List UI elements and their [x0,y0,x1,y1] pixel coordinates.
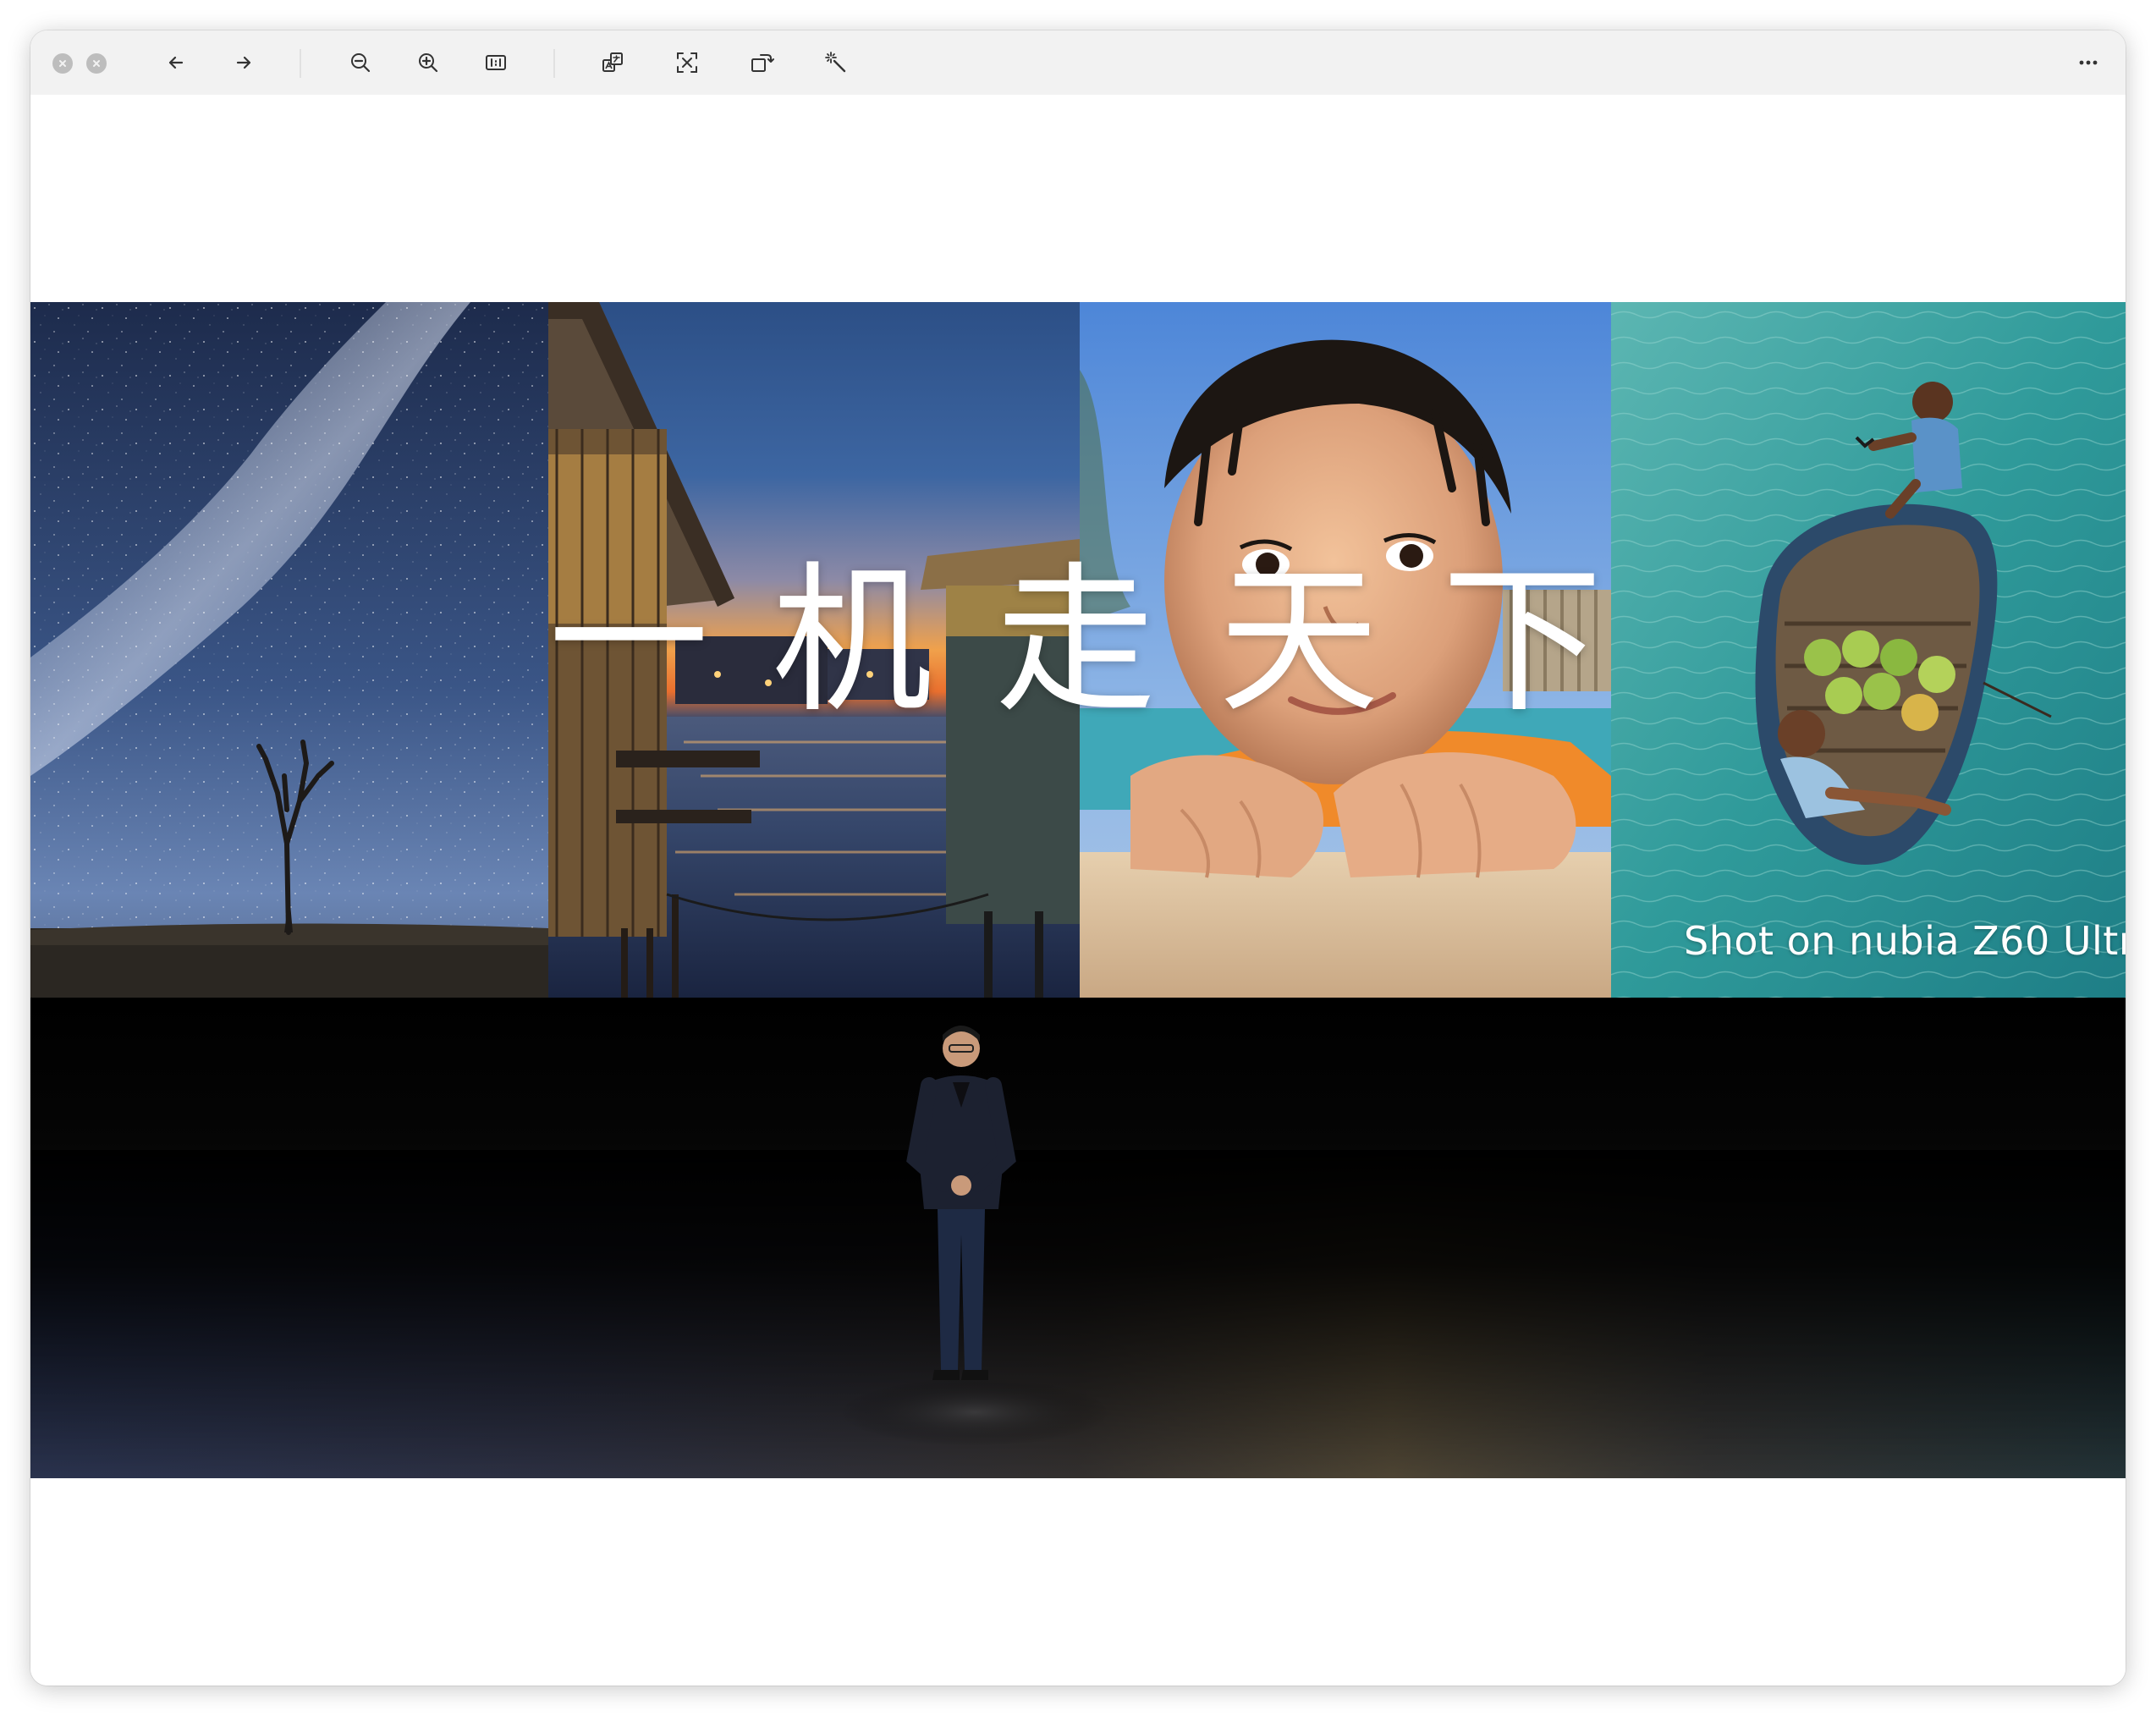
translate-icon[interactable] [596,46,630,80]
headline-char: 下 [1441,547,1611,734]
back-arrow-icon[interactable] [159,46,193,80]
photo-caption: Shot on nubia Z60 Ultra [1684,918,2126,964]
actual-size-icon[interactable] [479,46,513,80]
more-icon[interactable] [2071,46,2105,80]
close-icon[interactable] [52,53,73,74]
zoom-in-icon[interactable] [411,46,445,80]
minimize-icon[interactable] [86,53,107,74]
milky-way-photo [30,302,548,998]
toolbar-divider [553,49,555,78]
toolbar-divider [300,49,301,78]
magic-wand-icon[interactable] [819,46,853,80]
zoom-out-icon[interactable] [344,46,377,80]
viewer-toolbar [30,30,2126,96]
headline-char: 一 [548,547,718,734]
rotate-icon[interactable] [745,46,778,80]
headline-char: 机 [771,547,941,734]
image-viewer-window: 一 机 走 天 下 Shot on nubia Z60 Ultra [30,30,2126,1686]
forward-arrow-icon[interactable] [227,46,261,80]
headline-char: 走 [994,547,1164,734]
presentation-slide-image: 一 机 走 天 下 Shot on nubia Z60 Ultra [30,302,2126,1478]
headline-char: 天 [1218,547,1388,734]
image-canvas: 一 机 走 天 下 Shot on nubia Z60 Ultra [30,95,2126,1686]
stage-area [30,998,2126,1478]
boat-on-sea-photo [1611,302,2126,998]
text-recognition-icon[interactable] [670,46,704,80]
slide-headline: 一 机 走 天 下 [548,561,1611,722]
